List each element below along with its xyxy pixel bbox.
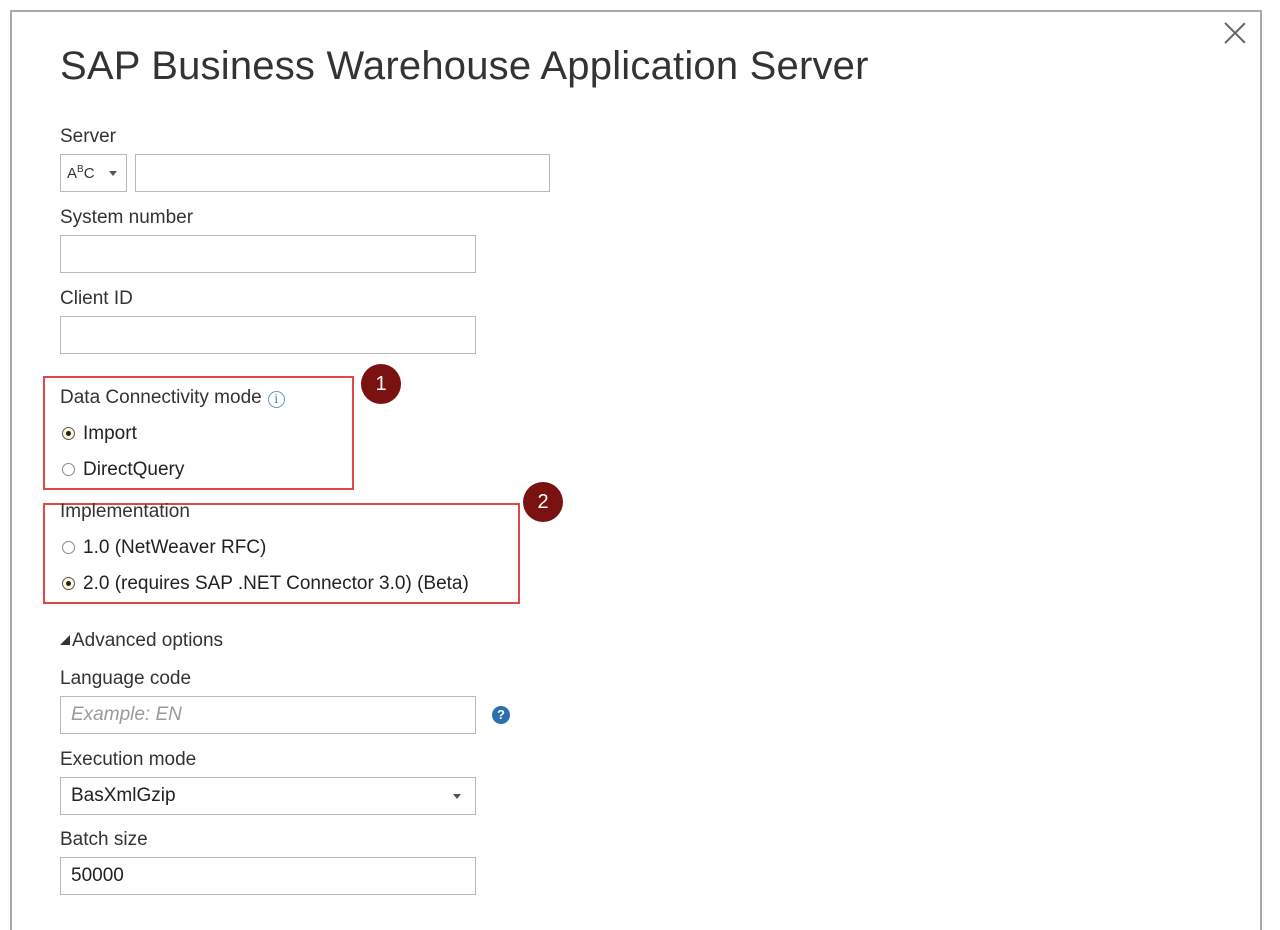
callout-badge-2: 2 (523, 482, 563, 522)
client-id-label: Client ID (60, 288, 133, 309)
language-code-input[interactable]: Example: EN (60, 696, 476, 734)
radio-impl-2-label: 2.0 (requires SAP .NET Connector 3.0) (B… (83, 573, 469, 594)
language-code-label: Language code (60, 668, 192, 689)
radio-impl-2-indicator[interactable] (62, 577, 75, 590)
radio-directquery-indicator[interactable] (62, 463, 75, 476)
execution-mode-value: BasXmlGzip (71, 785, 176, 806)
chevron-down-icon (109, 171, 117, 176)
server-type-dropdown[interactable]: ABC (60, 154, 127, 192)
radio-directquery-label: DirectQuery (83, 459, 185, 480)
radio-impl-1[interactable]: 1.0 (NetWeaver RFC) (62, 537, 266, 559)
radio-import[interactable]: Import (62, 423, 137, 445)
system-number-label: System number (60, 207, 194, 228)
advanced-options-toggle[interactable]: Advanced options (60, 630, 223, 652)
callout-badge-1: 1 (361, 364, 401, 404)
batch-size-label: Batch size (60, 829, 148, 850)
chevron-down-icon (453, 794, 461, 799)
radio-impl-1-label: 1.0 (NetWeaver RFC) (83, 537, 267, 558)
radio-import-indicator[interactable] (62, 427, 75, 440)
client-id-input[interactable] (60, 316, 476, 354)
implementation-label: Implementation (60, 501, 190, 522)
execution-mode-label: Execution mode (60, 749, 197, 770)
triangle-expanded-icon (60, 635, 70, 645)
question-icon[interactable]: ? (492, 706, 510, 724)
connectivity-mode-text: Data Connectivity mode (60, 387, 262, 408)
close-icon[interactable] (1222, 20, 1248, 46)
radio-import-label: Import (83, 423, 137, 444)
server-label: Server (60, 126, 116, 147)
system-number-input[interactable] (60, 235, 476, 273)
radio-directquery[interactable]: DirectQuery (62, 459, 184, 481)
connectivity-mode-label: Data Connectivity mode i (60, 387, 285, 409)
server-input[interactable] (135, 154, 550, 192)
execution-mode-select[interactable]: BasXmlGzip (60, 777, 476, 815)
batch-size-input[interactable]: 50000 (60, 857, 476, 895)
radio-impl-2[interactable]: 2.0 (requires SAP .NET Connector 3.0) (B… (62, 573, 469, 595)
advanced-options-label: Advanced options (72, 630, 224, 651)
info-icon[interactable]: i (267, 391, 285, 408)
abc-text-type-icon: ABC (67, 164, 95, 182)
radio-impl-1-indicator[interactable] (62, 541, 75, 554)
dialog-title: SAP Business Warehouse Application Serve… (60, 44, 869, 88)
